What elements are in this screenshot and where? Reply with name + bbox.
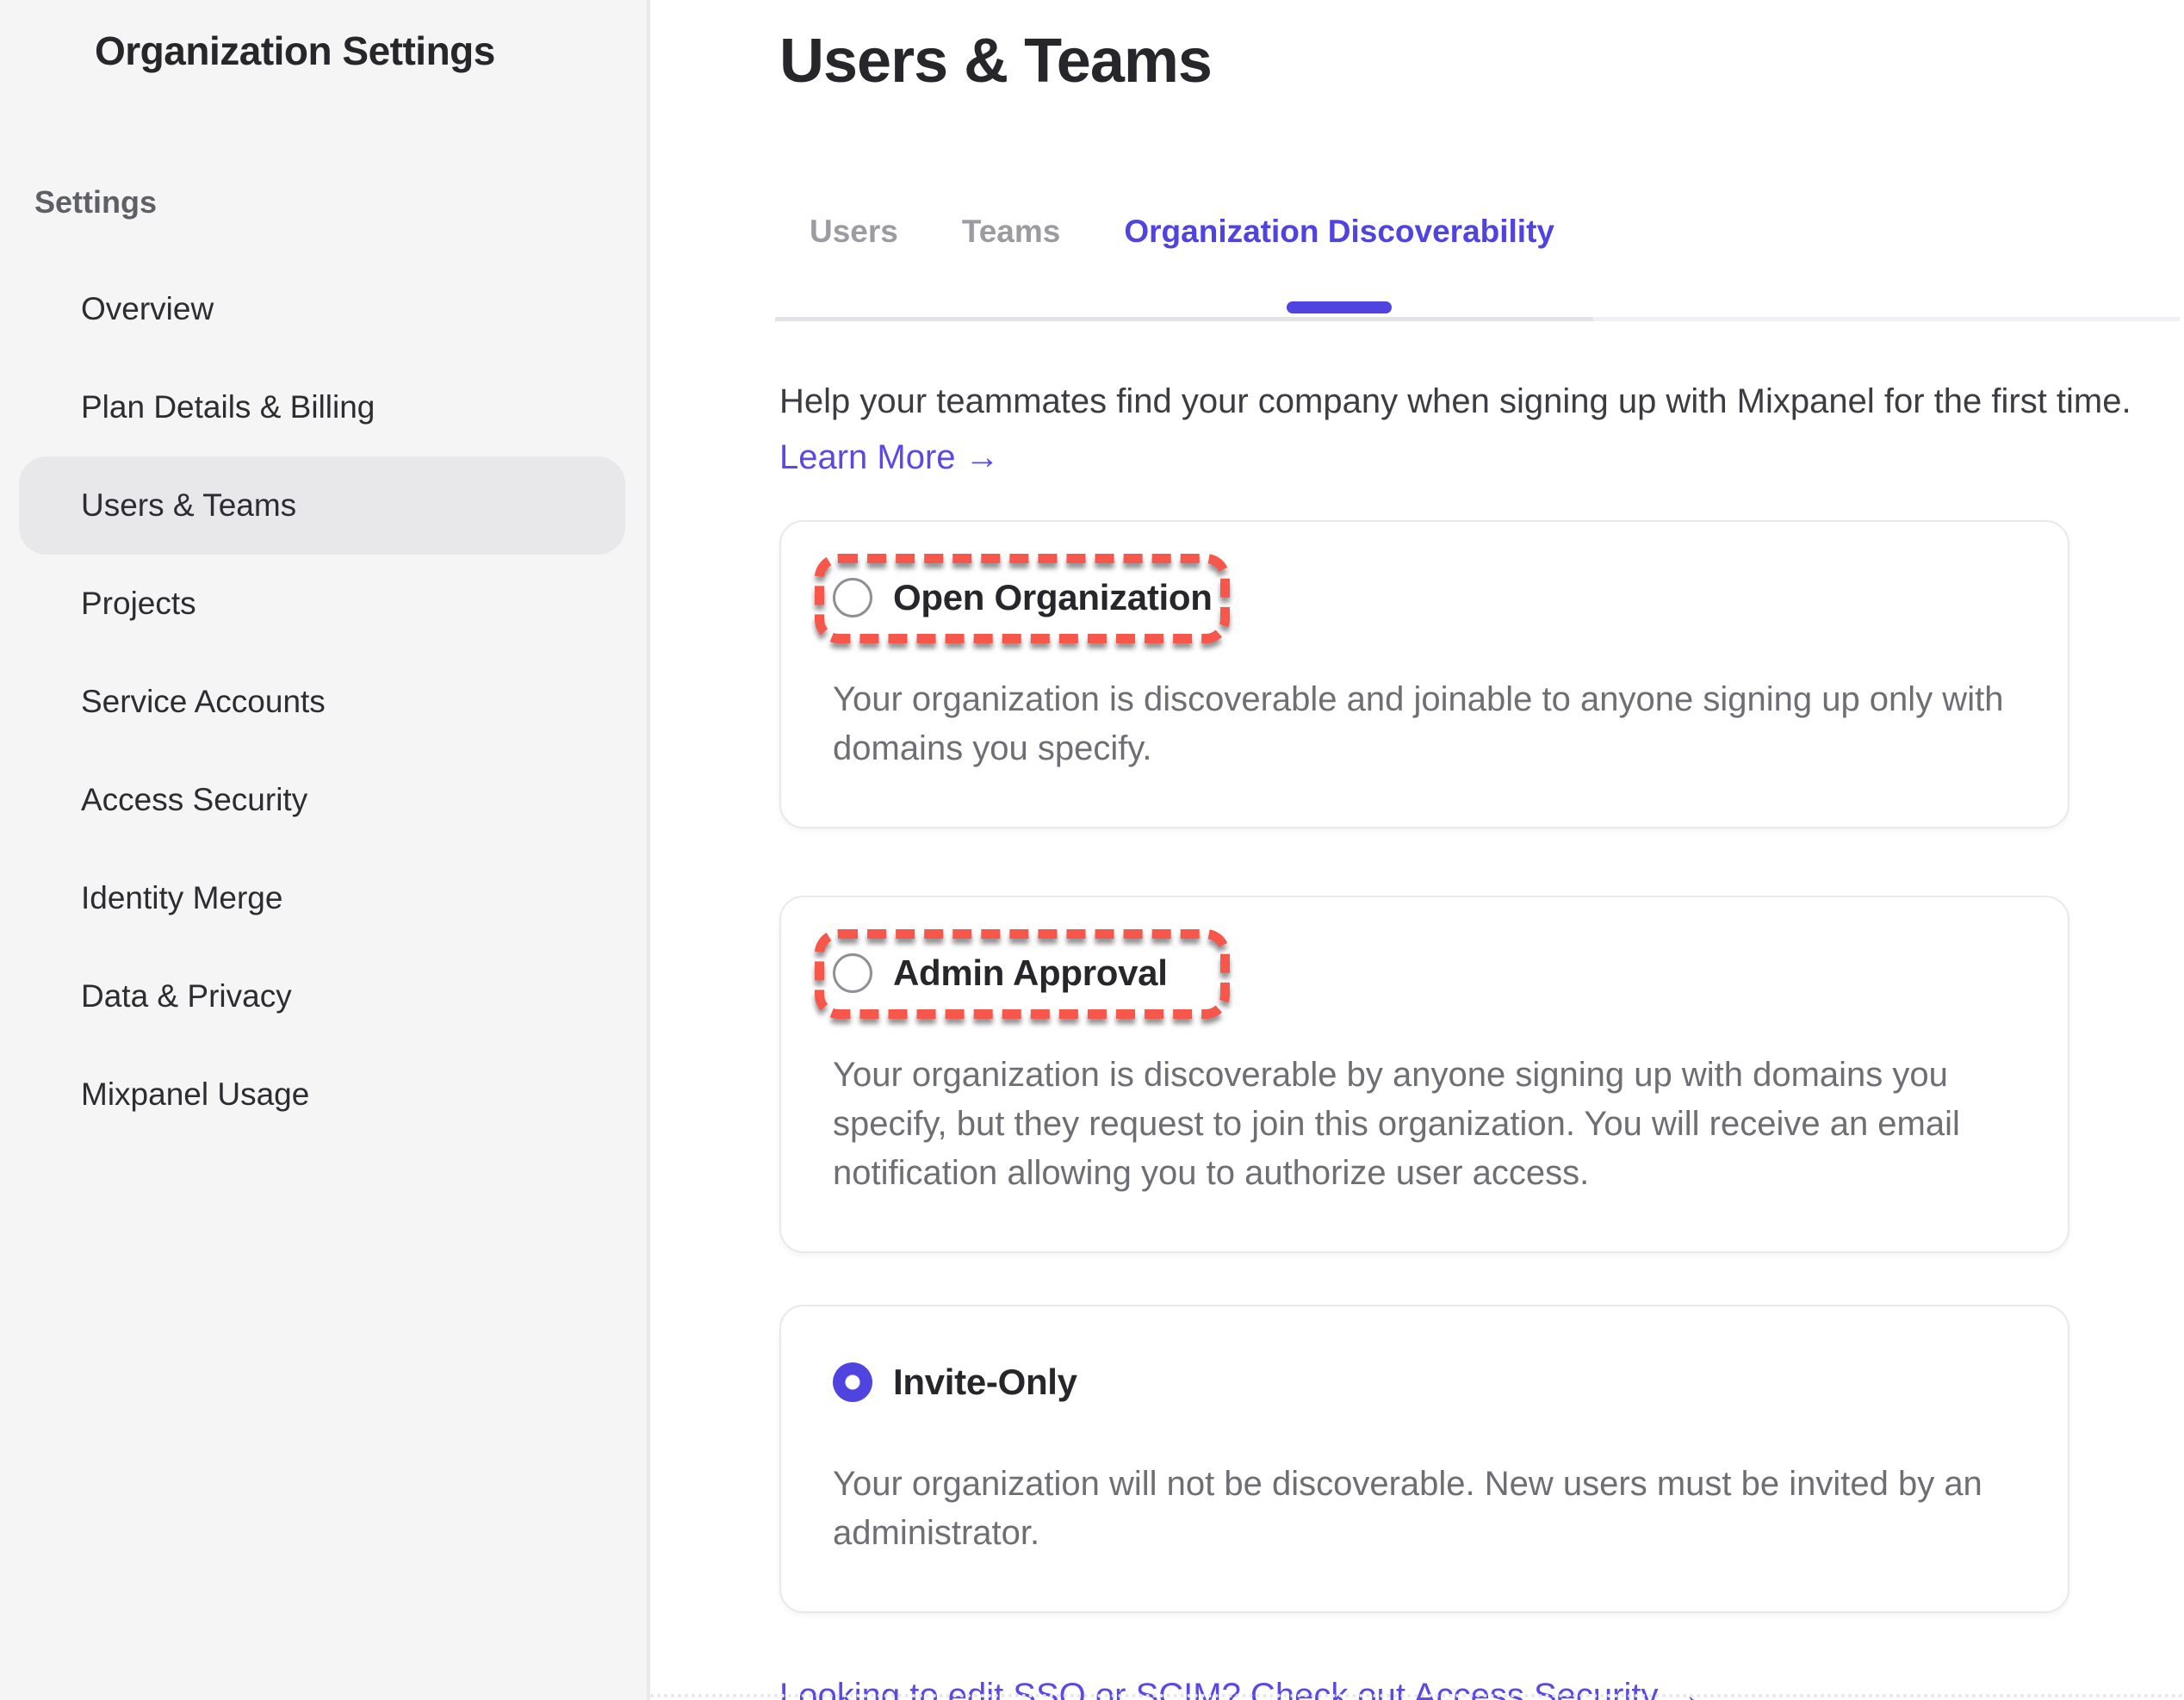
sidebar-item-service-accounts[interactable]: Service Accounts [19, 653, 625, 751]
organization-settings-page: Organization Settings Settings Overview … [0, 0, 2184, 1700]
sidebar-item-data-privacy[interactable]: Data & Privacy [19, 947, 625, 1045]
option-card-invite-only: Invite-Only Your organization will not b… [779, 1305, 2069, 1613]
option-card-admin-approval: Admin Approval Your organization is disc… [779, 896, 2069, 1253]
sidebar-title: Organization Settings [95, 28, 647, 74]
tab-teams[interactable]: Teams [962, 214, 1061, 317]
admin-approval-radio-row[interactable]: Admin Approval [833, 897, 1168, 994]
tab-organization-discoverability[interactable]: Organization Discoverability [1124, 214, 1554, 317]
invite-only-radio-row[interactable]: Invite-Only [833, 1306, 1077, 1403]
intro-text: Help your teammates find your company wh… [779, 378, 2157, 425]
active-tab-indicator [1287, 301, 1392, 313]
option-description: Your organization is discoverable and jo… [833, 675, 2016, 773]
radio-checked-icon[interactable] [833, 1362, 872, 1402]
sidebar-section-label: Settings [34, 184, 647, 220]
radio-unchecked-icon[interactable] [833, 578, 872, 617]
tab-label: Organization Discoverability [1124, 214, 1554, 249]
sidebar: Organization Settings Settings Overview … [0, 0, 650, 1700]
page-title: Users & Teams [779, 26, 2184, 96]
sidebar-item-overview[interactable]: Overview [19, 260, 625, 358]
sidebar-item-mixpanel-usage[interactable]: Mixpanel Usage [19, 1045, 625, 1144]
option-label: Admin Approval [893, 952, 1168, 994]
sidebar-item-plan-details-billing[interactable]: Plan Details & Billing [19, 358, 625, 456]
option-label: Invite-Only [893, 1362, 1077, 1403]
main-content: Users & Teams Users Teams Organization D… [650, 0, 2184, 1700]
option-card-open-organization: Open Organization Your organization is d… [779, 520, 2069, 828]
radio-unchecked-icon[interactable] [833, 953, 872, 993]
sidebar-item-projects[interactable]: Projects [19, 555, 625, 653]
tab-users[interactable]: Users [810, 214, 898, 317]
tab-divider [775, 317, 2180, 321]
sidebar-nav: Overview Plan Details & Billing Users & … [0, 260, 647, 1144]
sidebar-item-users-teams[interactable]: Users & Teams [19, 456, 625, 555]
bottom-divider [650, 1694, 2184, 1697]
option-description: Your organization is discoverable by any… [833, 1051, 2016, 1198]
open-organization-radio-row[interactable]: Open Organization [833, 522, 1213, 618]
sidebar-item-access-security[interactable]: Access Security [19, 751, 625, 849]
learn-more-link[interactable]: Learn More → [779, 438, 1000, 477]
option-label: Open Organization [893, 577, 1213, 618]
tab-bar: Users Teams Organization Discoverability [810, 214, 2184, 317]
sidebar-item-identity-merge[interactable]: Identity Merge [19, 849, 625, 947]
option-description: Your organization will not be discoverab… [833, 1460, 2016, 1558]
